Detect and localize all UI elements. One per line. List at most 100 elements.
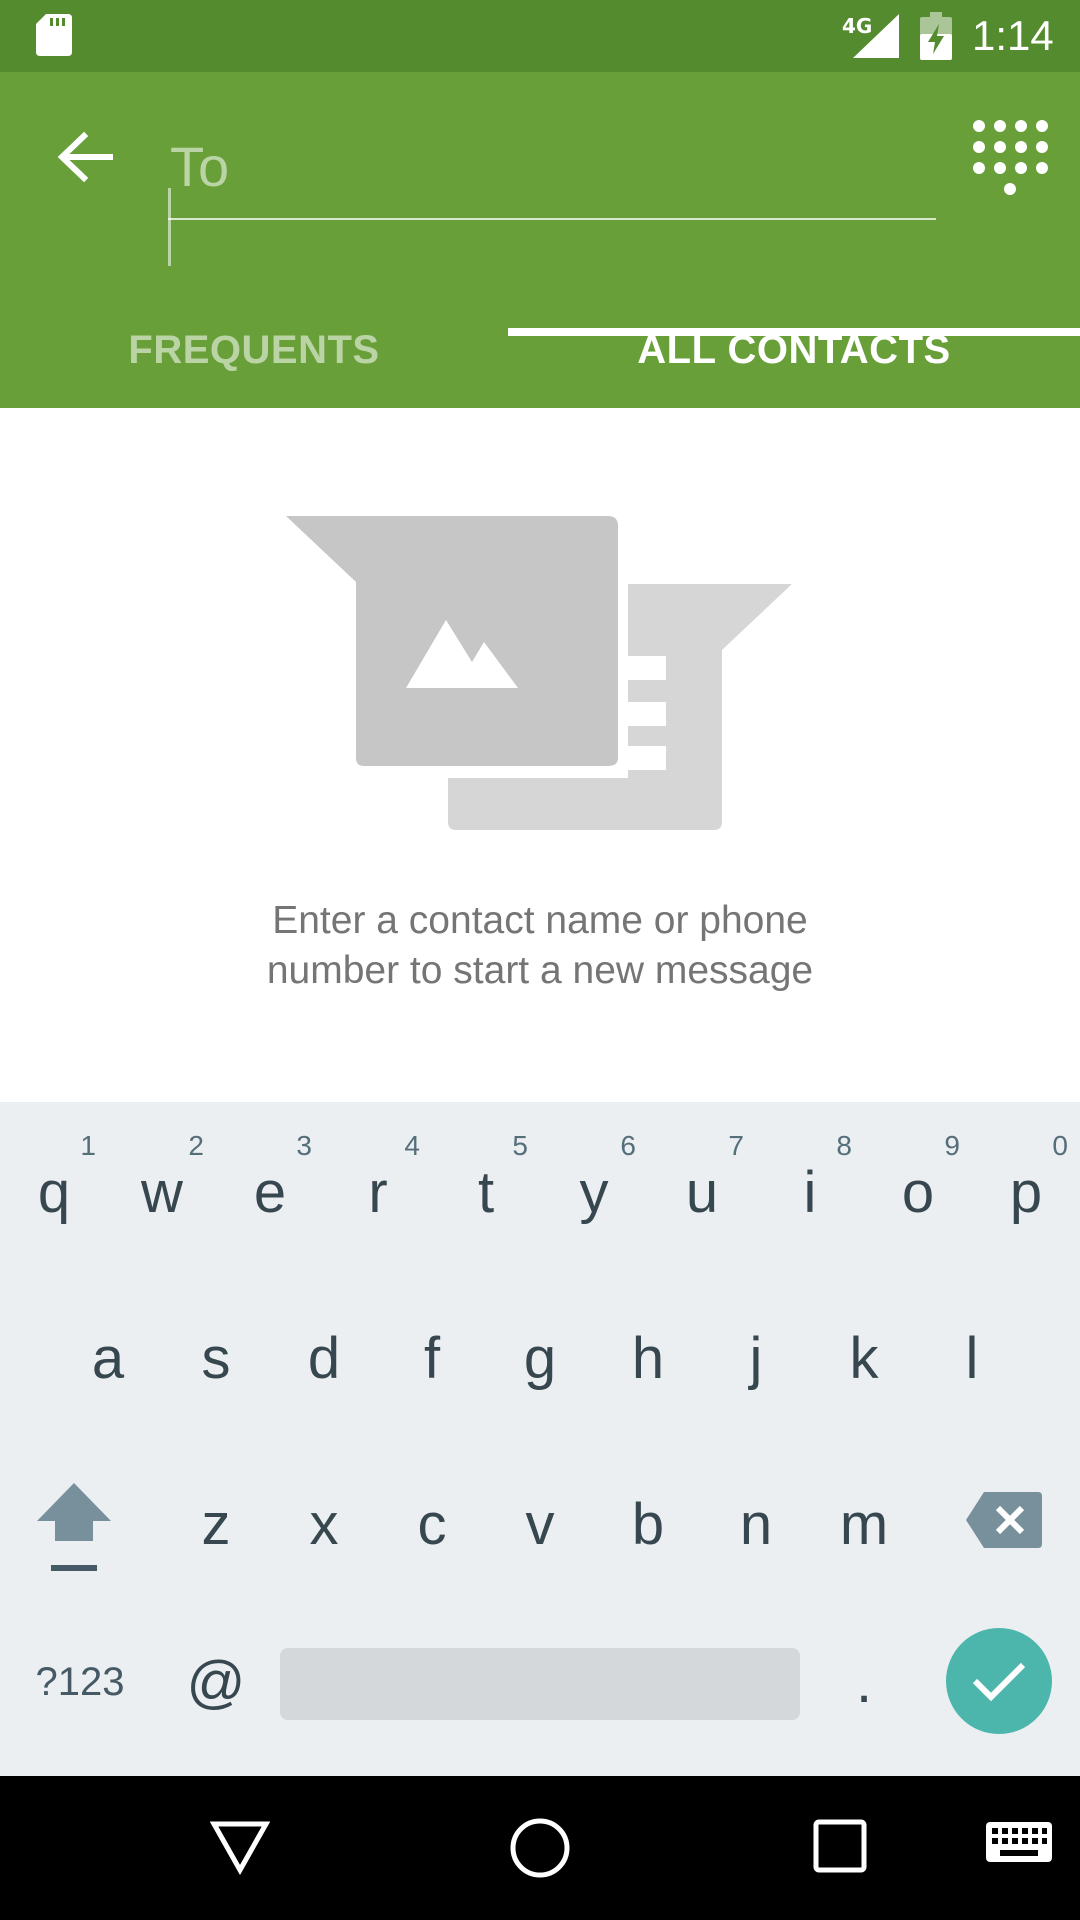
home-circle-icon[interactable] — [508, 1816, 572, 1880]
messages-illustration-icon — [286, 516, 792, 830]
key-hint: 4 — [404, 1130, 420, 1161]
key-i[interactable]: 8i — [756, 1102, 864, 1266]
key-p[interactable]: 0p — [972, 1102, 1080, 1266]
backspace-icon — [966, 1492, 1042, 1548]
key-hint: 6 — [620, 1130, 636, 1161]
key-s[interactable]: s — [162, 1268, 270, 1432]
key-label: f — [423, 1325, 441, 1391]
key-label: @ — [186, 1649, 246, 1715]
empty-state-line-1: Enter a contact name or phone — [272, 899, 808, 942]
key-label: n — [739, 1491, 773, 1557]
key-label: e — [253, 1159, 287, 1225]
key-q[interactable]: 1q — [0, 1102, 108, 1266]
key-label: c — [417, 1491, 447, 1557]
key-label: m — [839, 1491, 889, 1557]
key-label: u — [685, 1159, 719, 1225]
key-label: a — [91, 1325, 125, 1391]
status-bar: 4G 1:14 — [0, 0, 1080, 72]
key-u[interactable]: 7u — [648, 1102, 756, 1266]
key-hint: 5 — [512, 1130, 528, 1161]
dialpad-icon[interactable] — [970, 118, 1048, 208]
key-f[interactable]: f — [378, 1268, 486, 1432]
key-x[interactable]: x — [270, 1434, 378, 1598]
tab-frequents[interactable]: FREQUENTS — [0, 292, 508, 408]
enter-key[interactable] — [946, 1628, 1052, 1734]
key-label: x — [309, 1491, 339, 1557]
sd-card-icon — [36, 14, 72, 56]
key-j[interactable]: j — [702, 1268, 810, 1432]
key-y[interactable]: 6y — [540, 1102, 648, 1266]
keyboard-row-3: z x c v b n m — [0, 1434, 1080, 1598]
key-label: h — [631, 1325, 665, 1391]
key-a[interactable]: a — [54, 1268, 162, 1432]
keyboard-icon[interactable] — [986, 1822, 1052, 1866]
tab-all-contacts[interactable]: ALL CONTACTS — [508, 292, 1080, 408]
empty-state-message: Enter a contact name or phone number to … — [0, 896, 1080, 996]
key-label: w — [141, 1159, 183, 1225]
key-o[interactable]: 9o — [864, 1102, 972, 1266]
key-label: t — [477, 1159, 495, 1225]
key-at[interactable]: @ — [162, 1600, 270, 1764]
symbols-key[interactable]: ?123 — [20, 1600, 140, 1764]
back-triangle-icon[interactable] — [210, 1816, 270, 1876]
key-label: p — [1009, 1159, 1043, 1225]
key-label: r — [368, 1159, 388, 1225]
key-g[interactable]: g — [486, 1268, 594, 1432]
key-label: g — [523, 1325, 557, 1391]
keyboard-row-4: ?123 @ . — [0, 1600, 1080, 1764]
key-label: d — [307, 1325, 341, 1391]
recents-square-icon[interactable] — [812, 1818, 868, 1874]
shift-key[interactable] — [20, 1434, 128, 1598]
contact-tabs: FREQUENTS ALL CONTACTS — [0, 292, 1080, 408]
key-label: s — [201, 1325, 231, 1391]
key-period[interactable]: . — [810, 1600, 918, 1764]
clock: 1:14 — [972, 12, 1054, 59]
key-label: j — [749, 1325, 763, 1391]
key-label: i — [803, 1159, 817, 1225]
key-l[interactable]: l — [918, 1268, 1026, 1432]
check-icon — [972, 1662, 1026, 1702]
key-b[interactable]: b — [594, 1434, 702, 1598]
soft-keyboard: 1q 2w 3e 4r 5t 6y 7u 8i 9o 0p a s d f g … — [0, 1102, 1080, 1776]
key-c[interactable]: c — [378, 1434, 486, 1598]
signal-icon — [853, 14, 899, 58]
key-t[interactable]: 5t — [432, 1102, 540, 1266]
key-label: y — [579, 1159, 609, 1225]
key-label: v — [525, 1491, 555, 1557]
key-n[interactable]: n — [702, 1434, 810, 1598]
key-d[interactable]: d — [270, 1268, 378, 1432]
arrow-back-icon[interactable] — [50, 122, 120, 192]
key-hint: 0 — [1052, 1130, 1068, 1161]
key-hint: 8 — [836, 1130, 852, 1161]
key-label: z — [201, 1491, 231, 1557]
keyboard-row-2: a s d f g h j k l — [0, 1268, 1080, 1432]
key-label: o — [901, 1159, 935, 1225]
text-cursor — [168, 188, 171, 266]
key-k[interactable]: k — [810, 1268, 918, 1432]
selected-tab-indicator — [508, 328, 1080, 336]
to-recipient-input[interactable] — [168, 124, 936, 220]
shift-icon — [37, 1483, 111, 1571]
app-bar: FREQUENTS ALL CONTACTS — [0, 72, 1080, 408]
key-hint: 1 — [80, 1130, 96, 1161]
navigation-bar — [0, 1776, 1080, 1920]
key-hint: 7 — [728, 1130, 744, 1161]
key-label: l — [965, 1325, 979, 1391]
key-v[interactable]: v — [486, 1434, 594, 1598]
key-e[interactable]: 3e — [216, 1102, 324, 1266]
key-label: q — [37, 1159, 71, 1225]
key-label: . — [855, 1649, 873, 1715]
empty-state-line-2: number to start a new message — [266, 949, 814, 992]
space-bar[interactable] — [280, 1648, 800, 1720]
key-h[interactable]: h — [594, 1268, 702, 1432]
key-m[interactable]: m — [810, 1434, 918, 1598]
battery-charging-icon — [920, 12, 952, 60]
key-w[interactable]: 2w — [108, 1102, 216, 1266]
key-label: b — [631, 1491, 665, 1557]
key-z[interactable]: z — [162, 1434, 270, 1598]
key-r[interactable]: 4r — [324, 1102, 432, 1266]
keyboard-row-1: 1q 2w 3e 4r 5t 6y 7u 8i 9o 0p — [0, 1102, 1080, 1266]
backspace-key[interactable] — [950, 1434, 1058, 1598]
key-hint: 9 — [944, 1130, 960, 1161]
key-hint: 2 — [188, 1130, 204, 1161]
